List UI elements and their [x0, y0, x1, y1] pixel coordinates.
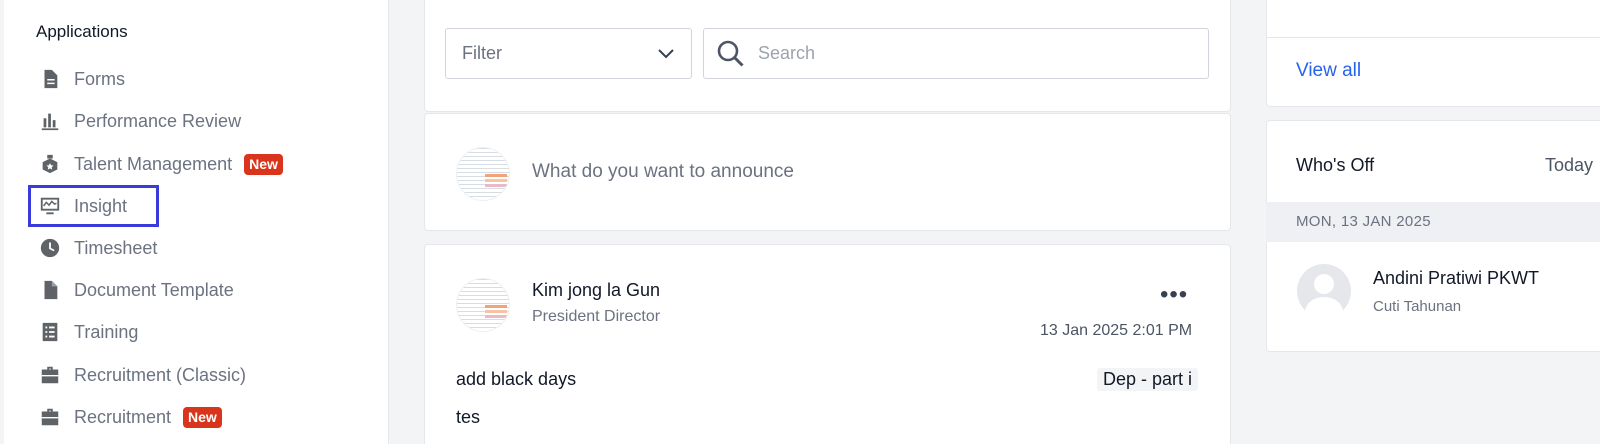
sidebar-title: Applications: [36, 22, 128, 41]
sidebar-item-recruitment-classic[interactable]: Recruitment (Classic): [36, 357, 246, 393]
sidebar-item-label: Recruitment: [74, 406, 172, 427]
sidebar-item-label: Recruitment (Classic): [74, 364, 247, 385]
filter-label: Filter: [462, 43, 502, 63]
applications-sidebar: Applications Forms Performance Review Ta…: [4, 0, 389, 444]
briefcase-icon: [38, 363, 62, 387]
avatar: [1297, 264, 1351, 318]
sidebar-item-insight[interactable]: Insight: [28, 185, 159, 227]
document-icon: [38, 278, 62, 302]
sidebar-item-label: Forms: [74, 68, 125, 89]
avatar-body-shape: [1305, 297, 1343, 318]
sidebar-item-label: Training: [74, 321, 139, 342]
file-icon: [38, 67, 62, 91]
post-timestamp: 13 Jan 2025 2:01 PM: [1040, 322, 1193, 339]
avatar: [456, 147, 510, 201]
post-author-name[interactable]: Kim jong la Gun: [532, 280, 660, 301]
right-top-card: [1266, 0, 1600, 107]
search-input[interactable]: [758, 43, 1178, 64]
sidebar-item-label: Insight: [74, 195, 128, 216]
date-header-label: MON, 13 JAN 2025: [1296, 213, 1431, 230]
post-card: [424, 244, 1231, 444]
badge-icon: [38, 152, 62, 176]
leave-type: Cuti Tahunan: [1373, 298, 1462, 315]
sidebar-item-recruitment[interactable]: Recruitment New: [36, 399, 222, 435]
bar-chart-icon: [38, 109, 62, 133]
avatar-head-shape: [1314, 274, 1334, 294]
sidebar-item-training[interactable]: Training: [36, 314, 138, 350]
date-group-header: MON, 13 JAN 2025: [1266, 202, 1600, 242]
sidebar-item-talent-management[interactable]: Talent Management New: [36, 146, 283, 182]
divider: [1267, 37, 1600, 38]
new-badge: New: [183, 406, 222, 428]
briefcase-icon: [38, 405, 62, 429]
new-badge: New: [244, 153, 283, 175]
sidebar-item-forms[interactable]: Forms: [36, 61, 125, 97]
clock-icon: [38, 236, 62, 260]
search-icon: [717, 40, 744, 67]
post-body: tes: [456, 407, 481, 427]
sidebar-item-performance-review[interactable]: Performance Review: [36, 103, 241, 139]
post-author-role: President Director: [532, 308, 661, 325]
sidebar-item-label: Document Template: [74, 279, 234, 300]
sidebar-item-label: Performance Review: [74, 110, 242, 131]
post-tag: Dep - part i: [1097, 368, 1199, 391]
view-all-link[interactable]: View all: [1296, 60, 1361, 82]
filter-dropdown[interactable]: Filter: [445, 28, 692, 79]
author-avatar: [456, 278, 510, 332]
sidebar-item-label: Talent Management: [74, 153, 233, 174]
sidebar-item-document-template[interactable]: Document Template: [36, 272, 234, 308]
whos-off-period-select[interactable]: Today: [1545, 155, 1593, 176]
whos-off-title: Who's Off: [1296, 155, 1375, 175]
person-name[interactable]: Andini Pratiwi PKWT: [1373, 268, 1539, 289]
announcement-input[interactable]: What do you want to announce: [532, 161, 794, 183]
search-field[interactable]: [703, 28, 1209, 79]
sidebar-item-label: Timesheet: [74, 237, 158, 258]
list-icon: [38, 320, 62, 344]
insight-monitor-icon: [38, 194, 62, 218]
post-title: add black days: [456, 369, 577, 389]
more-options-icon[interactable]: •••: [1160, 283, 1188, 307]
sidebar-item-timesheet[interactable]: Timesheet: [36, 230, 157, 266]
chevron-down-icon: [658, 48, 674, 58]
